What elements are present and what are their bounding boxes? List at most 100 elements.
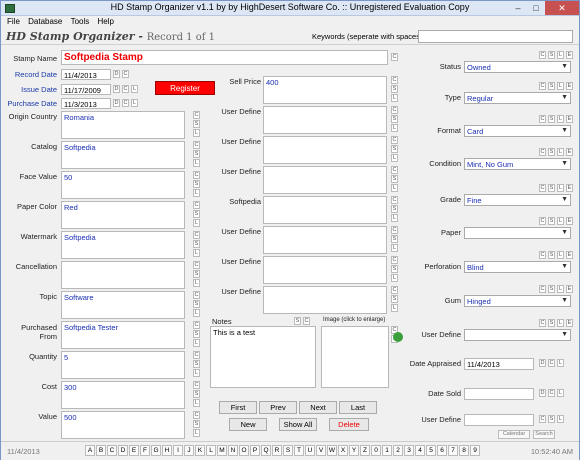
alphabet-filter-o[interactable]: O bbox=[239, 445, 249, 456]
select-s-button[interactable]: S bbox=[548, 82, 555, 90]
alphabet-filter-2[interactable]: 2 bbox=[393, 445, 403, 456]
field-s-button[interactable]: S bbox=[193, 120, 200, 128]
middle-s-button[interactable]: S bbox=[391, 205, 398, 213]
field-l-button[interactable]: L bbox=[193, 369, 200, 377]
alphabet-filter-0[interactable]: 0 bbox=[371, 445, 381, 456]
select-dropdown[interactable]: Mint, No Gum ▼ bbox=[464, 158, 571, 170]
record-date-c-button[interactable]: C bbox=[122, 70, 129, 78]
alphabet-filter-8[interactable]: 8 bbox=[459, 445, 469, 456]
field-c-button[interactable]: C bbox=[193, 231, 200, 239]
field-c-button[interactable]: C bbox=[193, 321, 200, 329]
select-l-button[interactable]: L bbox=[557, 82, 564, 90]
date_appraised-c-button[interactable]: C bbox=[548, 359, 555, 367]
select-l-button[interactable]: L bbox=[557, 251, 564, 259]
middle-s-button[interactable]: S bbox=[391, 145, 398, 153]
search-button[interactable]: Search bbox=[533, 430, 555, 439]
select-dropdown[interactable]: Hinged ▼ bbox=[464, 295, 571, 307]
field-input[interactable]: 300 bbox=[61, 381, 185, 409]
select-e-button[interactable]: E bbox=[566, 115, 573, 123]
field-l-button[interactable]: L bbox=[193, 309, 200, 317]
middle-l-button[interactable]: L bbox=[391, 274, 398, 282]
register-button[interactable]: Register bbox=[155, 81, 215, 95]
stamp-name-c-button[interactable]: C bbox=[391, 53, 398, 61]
alphabet-filter-r[interactable]: R bbox=[272, 445, 282, 456]
menu-tools[interactable]: Tools bbox=[71, 16, 90, 28]
field-l-button[interactable]: L bbox=[193, 339, 200, 347]
select-c-button[interactable]: C bbox=[539, 217, 546, 225]
middle-l-button[interactable]: L bbox=[391, 154, 398, 162]
middle-c-button[interactable]: C bbox=[391, 196, 398, 204]
middle-s-button[interactable]: S bbox=[391, 235, 398, 243]
select-s-button[interactable]: S bbox=[548, 148, 555, 156]
field-l-button[interactable]: L bbox=[193, 189, 200, 197]
alphabet-filter-5[interactable]: 5 bbox=[426, 445, 436, 456]
field-c-button[interactable]: C bbox=[193, 261, 200, 269]
field-l-button[interactable]: L bbox=[193, 399, 200, 407]
field-l-button[interactable]: L bbox=[193, 159, 200, 167]
alphabet-filter-6[interactable]: 6 bbox=[437, 445, 447, 456]
field-c-button[interactable]: C bbox=[193, 201, 200, 209]
middle-field-input[interactable] bbox=[263, 196, 387, 224]
select-dropdown[interactable]: Fine ▼ bbox=[464, 194, 571, 206]
select-dropdown[interactable]: Blind ▼ bbox=[464, 261, 571, 273]
select-l-button[interactable]: L bbox=[557, 217, 564, 225]
alphabet-filter-7[interactable]: 7 bbox=[448, 445, 458, 456]
middle-field-input[interactable] bbox=[263, 136, 387, 164]
field-s-button[interactable]: S bbox=[193, 420, 200, 428]
select-l-button[interactable]: L bbox=[557, 148, 564, 156]
alphabet-filter-3[interactable]: 3 bbox=[404, 445, 414, 456]
stamp-name-input[interactable]: Softpedia Stamp bbox=[61, 50, 388, 65]
menu-file[interactable]: File bbox=[7, 16, 20, 28]
field-input[interactable]: 5 bbox=[61, 351, 185, 379]
field-input[interactable]: 500 bbox=[61, 411, 185, 439]
select-c-button[interactable]: C bbox=[539, 148, 546, 156]
field-input[interactable]: Softpedia bbox=[61, 231, 185, 259]
middle-s-button[interactable]: S bbox=[391, 265, 398, 273]
middle-l-button[interactable]: L bbox=[391, 94, 398, 102]
field-input[interactable]: Software bbox=[61, 291, 185, 319]
select-c-button[interactable]: C bbox=[539, 51, 546, 59]
select-s-button[interactable]: S bbox=[548, 285, 555, 293]
close-button[interactable]: ✕ bbox=[545, 1, 579, 15]
middle-s-button[interactable]: S bbox=[391, 115, 398, 123]
select-dropdown[interactable]: ▼ bbox=[464, 329, 571, 341]
add-icon[interactable] bbox=[393, 332, 403, 342]
alphabet-filter-c[interactable]: C bbox=[107, 445, 117, 456]
field-s-button[interactable]: S bbox=[193, 300, 200, 308]
select-e-button[interactable]: E bbox=[566, 251, 573, 259]
user-define-input[interactable] bbox=[464, 414, 534, 426]
field-c-button[interactable]: C bbox=[193, 291, 200, 299]
field-c-button[interactable]: C bbox=[193, 171, 200, 179]
user_define-c-button[interactable]: C bbox=[539, 415, 546, 423]
notes-input[interactable]: This is a test bbox=[210, 326, 316, 388]
calendar-button[interactable]: Calendar bbox=[498, 430, 530, 439]
field-input[interactable]: Softpedia bbox=[61, 141, 185, 169]
middle-c-button[interactable]: C bbox=[391, 256, 398, 264]
middle-l-button[interactable]: L bbox=[391, 124, 398, 132]
show-all-button[interactable]: Show All bbox=[279, 418, 317, 431]
alphabet-filter-i[interactable]: I bbox=[173, 445, 183, 456]
field-input[interactable]: Romania bbox=[61, 111, 185, 139]
alphabet-filter-q[interactable]: Q bbox=[261, 445, 271, 456]
alphabet-filter-b[interactable]: B bbox=[96, 445, 106, 456]
field-s-button[interactable]: S bbox=[193, 390, 200, 398]
middle-s-button[interactable]: S bbox=[391, 85, 398, 93]
select-dropdown[interactable]: Owned ▼ bbox=[464, 61, 571, 73]
notes-s-button[interactable]: S bbox=[294, 317, 301, 325]
alphabet-filter-x[interactable]: X bbox=[338, 445, 348, 456]
field-c-button[interactable]: C bbox=[193, 411, 200, 419]
select-c-button[interactable]: C bbox=[539, 82, 546, 90]
select-s-button[interactable]: S bbox=[548, 217, 555, 225]
alphabet-filter-1[interactable]: 1 bbox=[382, 445, 392, 456]
field-s-button[interactable]: S bbox=[193, 330, 200, 338]
keywords-input[interactable] bbox=[418, 30, 573, 43]
select-s-button[interactable]: S bbox=[548, 51, 555, 59]
image-box[interactable] bbox=[321, 326, 389, 388]
record-date-d-button[interactable]: D bbox=[113, 70, 120, 78]
notes-c-button[interactable]: C bbox=[303, 317, 310, 325]
first-button[interactable]: First bbox=[219, 401, 257, 414]
date-appraised-input[interactable]: 11/4/2013 bbox=[464, 358, 534, 370]
alphabet-filter-k[interactable]: K bbox=[195, 445, 205, 456]
menu-database[interactable]: Database bbox=[28, 16, 62, 28]
purchase-date-l-button[interactable]: L bbox=[131, 99, 138, 107]
